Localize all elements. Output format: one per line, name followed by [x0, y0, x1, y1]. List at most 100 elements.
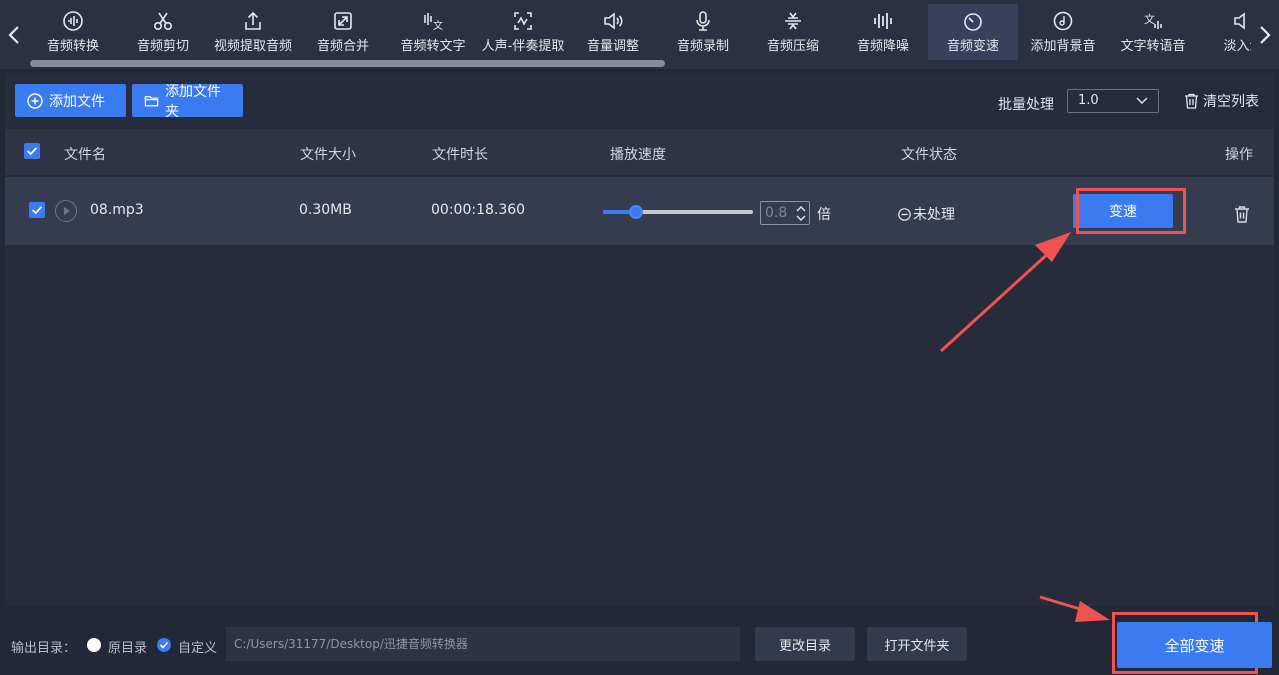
- play-button[interactable]: [55, 200, 77, 222]
- check-icon: [159, 641, 169, 649]
- speed-change-button[interactable]: 变速: [1073, 194, 1173, 228]
- tool-audio-record[interactable]: 音频录制: [658, 4, 748, 60]
- header-action: 操作: [1225, 147, 1253, 163]
- file-name: 08.mp3: [90, 202, 144, 218]
- header-name: 文件名: [64, 147, 106, 163]
- batch-value: 1.0: [1078, 93, 1099, 108]
- audio-convert-icon: [63, 11, 83, 31]
- speed-value: 0.8: [765, 205, 788, 221]
- header-duration: 文件时长: [432, 147, 488, 163]
- all-speed-change-button[interactable]: 全部变速: [1117, 622, 1272, 668]
- clear-list-label: 清空列表: [1203, 94, 1259, 110]
- open-folder-button[interactable]: 打开文件夹: [867, 627, 967, 661]
- spin-down-icon[interactable]: [796, 214, 806, 222]
- add-file-label: 添加文件: [49, 93, 105, 110]
- tool-label: 淡入淡: [1223, 39, 1251, 54]
- tool-vocal-extract[interactable]: 人声-伴奏提取: [478, 4, 568, 60]
- tool-label: 文字转语音: [1120, 39, 1186, 54]
- music-disc-icon: [1053, 11, 1073, 31]
- volume-icon: [604, 12, 623, 30]
- output-dir-label: 输出目录：: [11, 641, 77, 656]
- radio-original-dir[interactable]: [87, 638, 101, 652]
- add-folder-button[interactable]: 添加文件夹: [132, 84, 243, 120]
- tool-label: 音频合并: [316, 39, 369, 54]
- tool-audio-cut[interactable]: 音频剪切: [118, 4, 208, 60]
- row-checkbox[interactable]: [29, 202, 45, 218]
- tool-list: 音频转换 音频剪切 视频提取音频 音频合并 文 音频转文字 人声-伴奏提取 音量…: [28, 4, 1251, 60]
- scroll-left-icon[interactable]: [0, 0, 28, 69]
- tool-fade[interactable]: 淡入淡: [1198, 4, 1251, 60]
- tool-audio-convert[interactable]: 音频转换: [28, 4, 118, 60]
- speed-input[interactable]: 0.8: [760, 201, 810, 225]
- file-size: 0.30MB: [299, 202, 352, 218]
- speed-slider-thumb[interactable]: [629, 205, 643, 219]
- batch-label: 批量处理: [998, 97, 1054, 113]
- select-all-checkbox[interactable]: [24, 143, 40, 159]
- change-dir-button[interactable]: 更改目录: [755, 627, 855, 661]
- scroll-right-icon[interactable]: [1251, 0, 1279, 69]
- tool-volume-adjust[interactable]: 音量调整: [568, 4, 658, 60]
- radio-original-label[interactable]: 原目录: [108, 637, 147, 656]
- radio-custom-dir[interactable]: [157, 638, 171, 652]
- tool-label: 视频提取音频: [213, 39, 292, 54]
- check-icon: [26, 147, 38, 156]
- tool-add-bgm[interactable]: 添加背景音: [1018, 4, 1108, 60]
- tool-audio-speed[interactable]: 音频变速: [928, 4, 1018, 60]
- folder-icon: [144, 95, 159, 106]
- minus-circle-icon: [898, 207, 911, 221]
- tool-label: 音频录制: [676, 39, 729, 54]
- plus-circle-icon: [27, 92, 43, 109]
- upload-icon: [245, 11, 261, 30]
- trash-icon: [1185, 93, 1198, 109]
- radio-custom-label[interactable]: 自定义: [178, 637, 217, 656]
- tool-audio-merge[interactable]: 音频合并: [298, 4, 388, 60]
- play-icon: [64, 207, 70, 215]
- tool-label: 音频剪切: [136, 39, 189, 54]
- speed-dial-icon: [964, 13, 982, 31]
- file-duration: 00:00:18.360: [431, 202, 526, 218]
- add-folder-label: 添加文件夹: [165, 83, 222, 120]
- header-status: 文件状态: [901, 147, 957, 163]
- tool-label: 人声-伴奏提取: [481, 39, 565, 54]
- status-text: 未处理: [913, 207, 955, 223]
- fade-icon: [1234, 12, 1245, 30]
- header-speed: 播放速度: [610, 147, 666, 163]
- vocal-extract-icon: [514, 12, 532, 30]
- merge-icon: [334, 12, 352, 30]
- tool-label: 添加背景音: [1030, 39, 1096, 54]
- output-path-field[interactable]: C:/Users/31177/Desktop/迅捷音频转换器: [226, 627, 740, 661]
- chevron-down-icon: [1136, 97, 1148, 104]
- table-header: 文件名 文件大小 文件时长 播放速度 文件状态 操作: [5, 129, 1274, 175]
- header-size: 文件大小: [300, 147, 356, 163]
- table-row[interactable]: 08.mp3 0.30MB 00:00:18.360 0.8 倍 未处理 变速: [5, 177, 1274, 245]
- tool-label: 音频变速: [946, 39, 999, 54]
- spin-up-icon[interactable]: [796, 205, 806, 213]
- add-file-button[interactable]: 添加文件: [15, 84, 126, 117]
- tool-video-extract[interactable]: 视频提取音频: [208, 4, 298, 60]
- speech-to-text-icon: 文: [424, 13, 443, 32]
- clear-list-button[interactable]: 清空列表: [1184, 91, 1259, 111]
- compress-icon: [785, 12, 801, 30]
- svg-text:文: 文: [433, 19, 443, 32]
- tool-label: 音频压缩: [766, 39, 819, 54]
- tool-label: 音频转文字: [400, 39, 466, 54]
- tool-audio-compress[interactable]: 音频压缩: [748, 4, 838, 60]
- svg-text:文: 文: [1144, 12, 1155, 26]
- denoise-icon: [874, 13, 892, 29]
- tool-text-to-speech[interactable]: 文 文字转语音: [1108, 4, 1198, 60]
- scissors-icon: [153, 12, 173, 31]
- speed-slider[interactable]: [603, 205, 753, 219]
- microphone-icon: [696, 11, 710, 31]
- delete-icon[interactable]: [1234, 205, 1250, 223]
- file-panel: 添加文件 添加文件夹 批量处理 1.0 清空列表 文件名 文件大小 文件时长 播…: [5, 73, 1274, 606]
- check-icon: [31, 206, 43, 215]
- speed-unit: 倍: [817, 207, 831, 223]
- tool-bar: 音频转换 音频剪切 视频提取音频 音频合并 文 音频转文字 人声-伴奏提取 音量…: [0, 0, 1279, 69]
- tool-speech-to-text[interactable]: 文 音频转文字: [388, 4, 478, 60]
- batch-select[interactable]: 1.0: [1067, 89, 1159, 113]
- tool-audio-denoise[interactable]: 音频降噪: [838, 4, 928, 60]
- status-badge: 未处理: [898, 204, 955, 224]
- text-to-speech-icon: 文: [1144, 12, 1162, 29]
- tool-label: 音频降噪: [856, 39, 909, 54]
- toolbar-scrollbar[interactable]: [30, 60, 665, 67]
